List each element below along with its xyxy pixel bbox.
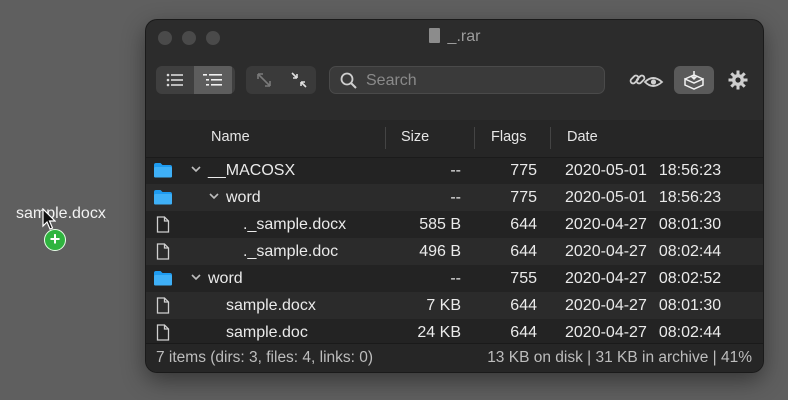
collapse-icon [290,72,307,88]
extract-button[interactable] [674,66,714,94]
link-eye-icon [629,74,664,87]
column-divider[interactable] [474,127,475,149]
toolbar [146,64,763,96]
row-date-time: 18:56:23 [658,162,722,179]
gear-icon [728,70,748,90]
file-row[interactable]: ._sample.doc 496 B 644 2020-04-27 08:02:44 [146,238,763,265]
row-flags: 644 [510,297,537,314]
search-input[interactable] [364,69,598,93]
chevron-down-icon[interactable] [190,271,202,283]
status-size-summary: 13 KB on disk | 31 KB in archive | 41% [487,349,752,366]
collapse-all-button[interactable] [281,66,316,94]
folder-row[interactable]: word -- 775 2020-05-01 18:56:23 [146,184,763,211]
column-divider[interactable] [385,127,386,149]
cursor-arrow-icon [42,208,56,230]
expand-collapse-segment [246,66,316,94]
expand-all-button[interactable] [246,66,281,94]
outline-view-icon [203,74,222,86]
row-date-time: 08:01:30 [658,297,722,314]
row-flags: 644 [510,324,537,341]
file-icon [156,297,170,314]
search-field[interactable] [329,66,605,94]
titlebar: _.rar [146,20,763,121]
row-name: sample.docx [226,297,316,314]
row-name: word [226,189,261,206]
row-date-day: 2020-05-01 [565,189,647,206]
row-date: 2020-04-27 08:01:30 [565,297,721,315]
column-header-bar: Name Size Flags Date [146,120,763,158]
file-row[interactable]: ._sample.docx 585 B 644 2020-04-27 08:01:30 [146,211,763,238]
status-item-count: 7 items (dirs: 3, files: 4, links: 0) [156,349,374,366]
row-date-time: 18:56:23 [658,189,722,206]
column-header-flags[interactable]: Flags [491,129,526,145]
column-header-name[interactable]: Name [211,129,250,145]
file-list: __MACOSX -- 775 2020-05-01 18:56:23 word -- 775… [146,157,763,346]
row-name: ._sample.doc [243,243,339,260]
row-name: ._sample.docx [243,216,347,233]
file-row[interactable]: sample.docx 7 KB 644 2020-04-27 08:01:30 [146,292,763,319]
expand-icon [256,73,271,87]
list-view-icon [166,73,183,87]
row-date-day: 2020-04-27 [565,270,647,287]
file-icon [156,216,170,233]
archive-file-icon [428,28,440,43]
row-date-day: 2020-04-27 [565,243,647,260]
folder-icon [154,271,172,286]
folder-row[interactable]: __MACOSX -- 775 2020-05-01 18:56:23 [146,157,763,184]
row-flags: 644 [510,243,537,260]
extract-icon [684,71,704,90]
row-size: -- [450,162,461,179]
row-size: 24 KB [417,324,461,341]
plus-icon: + [44,229,66,251]
dragged-file-label[interactable]: sample.docx [16,205,106,223]
row-date-time: 08:01:30 [658,216,722,233]
row-size: 585 B [419,216,461,233]
row-date-time: 08:02:44 [658,324,722,341]
row-date: 2020-04-27 08:02:44 [565,243,721,261]
settings-button[interactable] [724,66,752,94]
column-header-size[interactable]: Size [401,129,429,145]
row-size: -- [450,189,461,206]
file-row[interactable]: sample.doc 24 KB 644 2020-04-27 08:02:44 [146,319,763,346]
row-name: word [208,270,243,287]
row-date: 2020-05-01 18:56:23 [565,189,721,207]
chevron-down-icon[interactable] [208,190,220,202]
row-size: 496 B [419,243,461,260]
row-name: sample.doc [226,324,308,341]
row-flags: 775 [510,189,537,206]
folder-icon [154,190,172,205]
status-bar: 7 items (dirs: 3, files: 4, links: 0) 13… [146,343,763,372]
column-divider[interactable] [550,127,551,149]
show-links-button[interactable] [626,66,666,94]
row-date-time: 08:02:52 [658,270,722,287]
archive-window: _.rar Search Name Size Flags Date __MACO… [146,20,763,372]
list-view-button[interactable] [156,66,194,94]
folder-row[interactable]: word -- 755 2020-04-27 08:02:52 [146,265,763,292]
row-size: 7 KB [426,297,461,314]
column-header-date[interactable]: Date [567,129,598,145]
row-date-day: 2020-04-27 [565,324,647,341]
row-date: 2020-05-01 18:56:23 [565,162,721,180]
row-date-time: 08:02:44 [658,243,722,260]
row-flags: 644 [510,216,537,233]
folder-icon [154,163,172,178]
row-flags: 755 [510,270,537,287]
search-icon [340,72,357,89]
file-icon [156,324,170,341]
row-date-day: 2020-05-01 [565,162,647,179]
chevron-down-icon[interactable] [190,163,202,175]
window-title: _.rar [146,28,763,46]
row-size: -- [450,270,461,287]
row-date-day: 2020-04-27 [565,216,647,233]
view-mode-segment [156,66,235,94]
row-flags: 775 [510,162,537,179]
row-date: 2020-04-27 08:01:30 [565,216,721,234]
row-date: 2020-04-27 08:02:52 [565,270,721,288]
outline-view-button[interactable] [194,66,232,94]
row-date-day: 2020-04-27 [565,297,647,314]
file-icon [156,243,170,260]
row-name: __MACOSX [208,162,296,179]
row-date: 2020-04-27 08:02:44 [565,324,721,342]
